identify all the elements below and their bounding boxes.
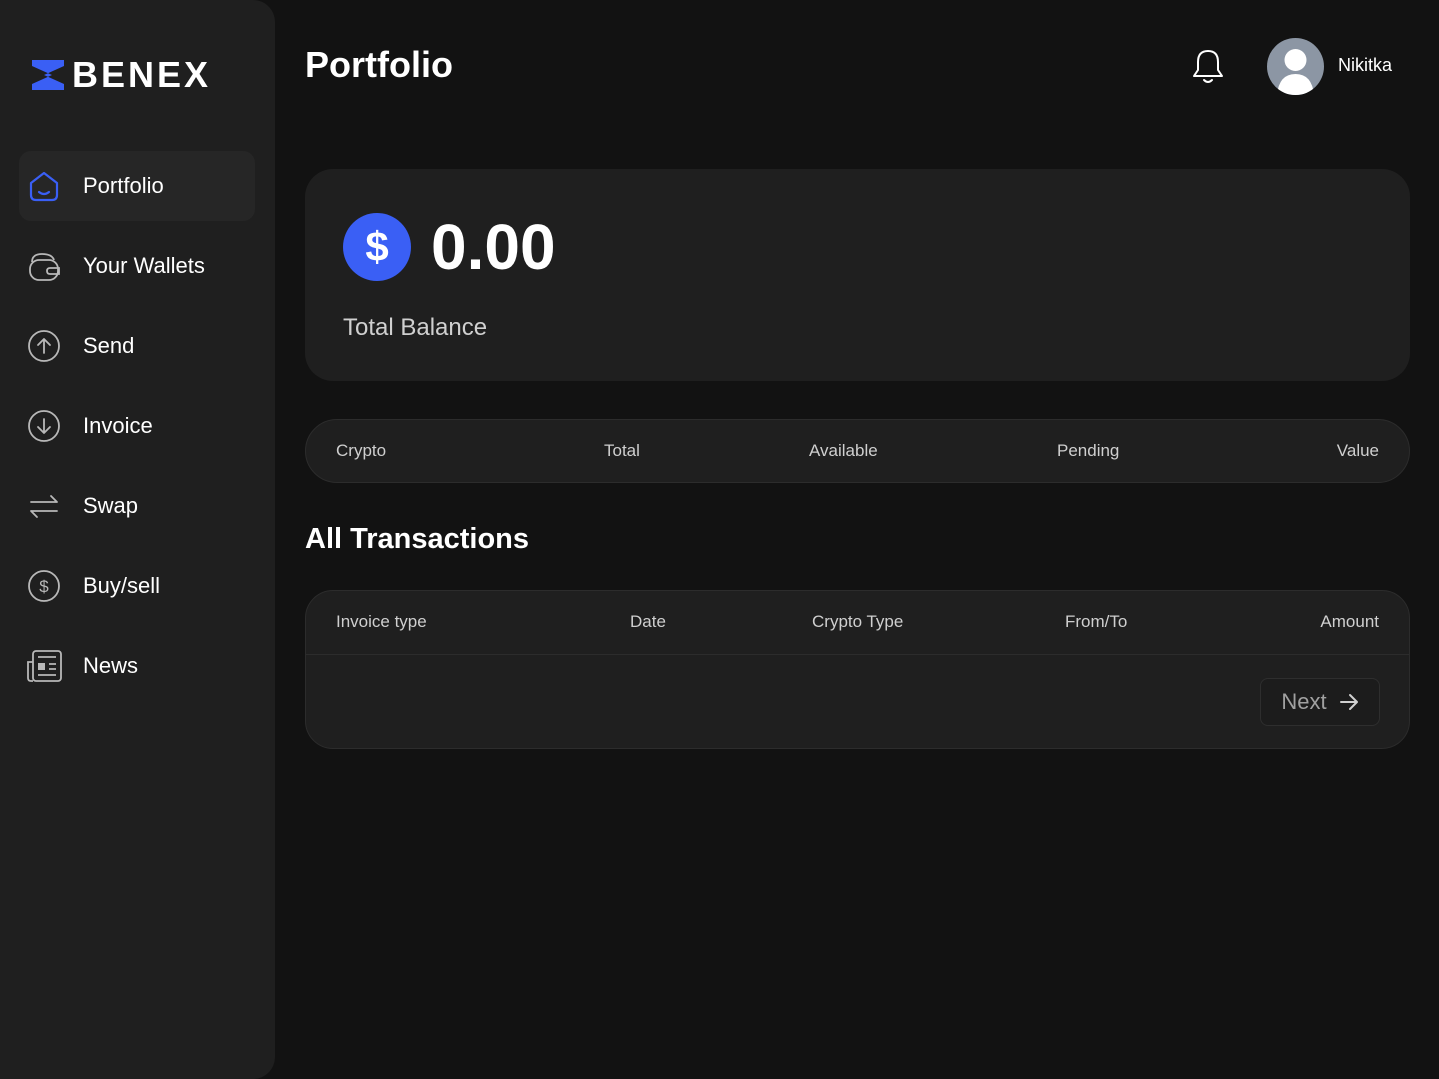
brand-name: BENEX bbox=[72, 54, 212, 95]
dollar-circle-icon: $ bbox=[25, 567, 63, 605]
svg-text:$: $ bbox=[39, 577, 49, 596]
column-crypto-type: Crypto Type bbox=[812, 612, 904, 631]
next-page-button[interactable]: Next bbox=[1260, 678, 1380, 726]
benex-logo-icon bbox=[32, 60, 64, 90]
total-balance-label: Total Balance bbox=[343, 314, 488, 341]
username[interactable]: Nikitka bbox=[1338, 55, 1392, 76]
column-pending: Pending bbox=[1057, 441, 1120, 460]
notifications-button[interactable] bbox=[1190, 47, 1226, 85]
sidebar-item-your-wallets[interactable]: Your Wallets bbox=[19, 231, 255, 301]
bell-icon bbox=[1193, 50, 1223, 83]
page-title: Portfolio bbox=[305, 44, 453, 85]
sidebar-item-label: Portfolio bbox=[83, 173, 164, 198]
balance-card: $ 0.00 Total Balance bbox=[305, 169, 1410, 381]
sidebar: BENEX Portfolio Your Wallets Send Invoic… bbox=[0, 0, 275, 1079]
home-icon bbox=[25, 167, 63, 205]
currency-icon: $ bbox=[343, 213, 411, 281]
transactions-table-header: Invoice type Date Crypto Type From/To Am… bbox=[306, 591, 1409, 655]
app-root: BENEX Portfolio Your Wallets Send Invoic… bbox=[0, 0, 1439, 1079]
arrow-up-circle-icon bbox=[25, 327, 63, 365]
sidebar-item-label: Your Wallets bbox=[83, 253, 205, 278]
column-date: Date bbox=[630, 612, 666, 631]
brand-logo[interactable]: BENEX bbox=[30, 56, 211, 94]
sidebar-item-send[interactable]: Send bbox=[19, 311, 255, 381]
sidebar-item-portfolio[interactable]: Portfolio bbox=[19, 151, 255, 221]
transactions-table: Invoice type Date Crypto Type From/To Am… bbox=[305, 590, 1410, 749]
assets-table-header: Crypto Total Available Pending Value bbox=[305, 419, 1410, 483]
sidebar-item-label: Send bbox=[83, 333, 135, 358]
sidebar-nav: Portfolio Your Wallets Send Invoice Swap… bbox=[19, 151, 255, 711]
column-value: Value bbox=[1336, 441, 1379, 460]
user-avatar-icon bbox=[1277, 49, 1314, 95]
sidebar-item-invoice[interactable]: Invoice bbox=[19, 391, 255, 461]
column-amount: Amount bbox=[1320, 612, 1379, 631]
sidebar-item-swap[interactable]: Swap bbox=[19, 471, 255, 541]
swap-arrows-icon bbox=[25, 487, 63, 525]
sidebar-item-label: Buy/sell bbox=[83, 573, 161, 598]
arrow-down-circle-icon bbox=[25, 407, 63, 445]
sidebar-item-label: News bbox=[83, 653, 139, 678]
sidebar-item-news[interactable]: News bbox=[19, 631, 255, 701]
arrow-right-icon bbox=[1339, 694, 1358, 710]
transactions-title: All Transactions bbox=[305, 523, 530, 555]
total-balance-value: 0.00 bbox=[431, 211, 556, 283]
next-button-label: Next bbox=[1281, 689, 1327, 714]
sidebar-item-label: Swap bbox=[83, 493, 139, 518]
newspaper-icon bbox=[25, 647, 63, 685]
column-invoice-type: Invoice type bbox=[336, 612, 427, 631]
column-crypto: Crypto bbox=[336, 441, 387, 460]
column-total: Total bbox=[604, 441, 640, 460]
column-from-to: From/To bbox=[1065, 612, 1128, 631]
sidebar-item-label: Invoice bbox=[83, 413, 153, 438]
avatar[interactable] bbox=[1267, 38, 1324, 95]
wallet-icon bbox=[25, 247, 63, 285]
column-available: Available bbox=[809, 441, 878, 460]
sidebar-item-buy-sell[interactable]: $ Buy/sell bbox=[19, 551, 255, 621]
